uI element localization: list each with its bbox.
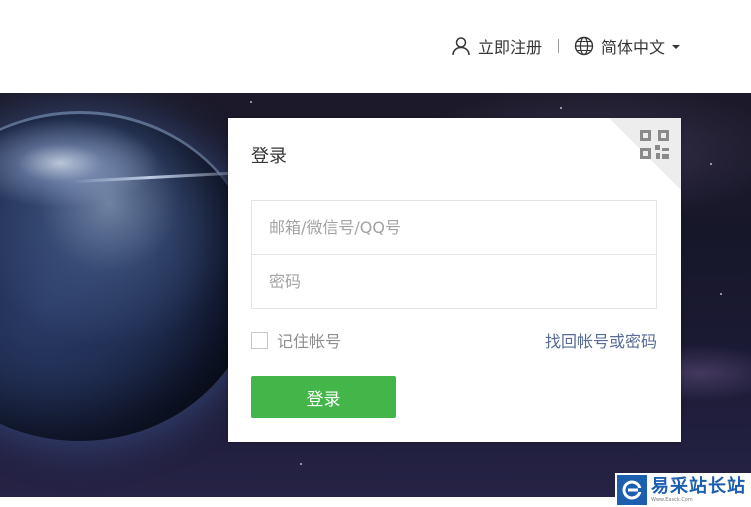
watermark-url: Www.Easck.Com bbox=[651, 496, 693, 503]
site-watermark: 易采站长站 Www.Easck.Com bbox=[615, 473, 751, 507]
nav-divider bbox=[557, 39, 559, 53]
password-field-wrapper bbox=[251, 254, 657, 309]
top-bar: 立即注册 简体中文 bbox=[0, 0, 751, 93]
language-label: 简体中文 bbox=[600, 38, 665, 57]
remember-checkbox[interactable] bbox=[251, 331, 268, 349]
login-button[interactable]: 登录 bbox=[251, 376, 396, 418]
chevron-down-icon bbox=[672, 45, 680, 49]
login-title: 登录 bbox=[251, 146, 287, 167]
star bbox=[250, 101, 252, 103]
remember-account[interactable]: 记住帐号 bbox=[251, 328, 341, 352]
account-field-wrapper bbox=[251, 200, 657, 255]
register-link[interactable]: 立即注册 bbox=[451, 34, 542, 58]
star bbox=[710, 163, 712, 165]
star bbox=[720, 293, 722, 295]
watermark-text: 易采站长站 Www.Easck.Com bbox=[651, 475, 746, 503]
login-panel: 登录 记住帐号 找回帐号或密码 登录 bbox=[228, 118, 681, 442]
watermark-logo-icon bbox=[617, 475, 647, 505]
register-label: 立即注册 bbox=[477, 38, 542, 57]
password-input[interactable] bbox=[252, 255, 656, 308]
star bbox=[300, 463, 302, 465]
account-input[interactable] bbox=[252, 201, 656, 254]
forgot-password-link[interactable]: 找回帐号或密码 bbox=[545, 328, 657, 352]
top-nav: 立即注册 简体中文 bbox=[451, 34, 680, 58]
star bbox=[560, 107, 562, 109]
language-selector[interactable]: 简体中文 bbox=[574, 34, 680, 58]
globe-icon bbox=[574, 36, 594, 56]
qr-code-icon[interactable] bbox=[640, 130, 669, 159]
remember-label: 记住帐号 bbox=[277, 332, 342, 351]
watermark-name: 易采站长站 bbox=[651, 475, 746, 497]
user-icon bbox=[452, 37, 470, 56]
